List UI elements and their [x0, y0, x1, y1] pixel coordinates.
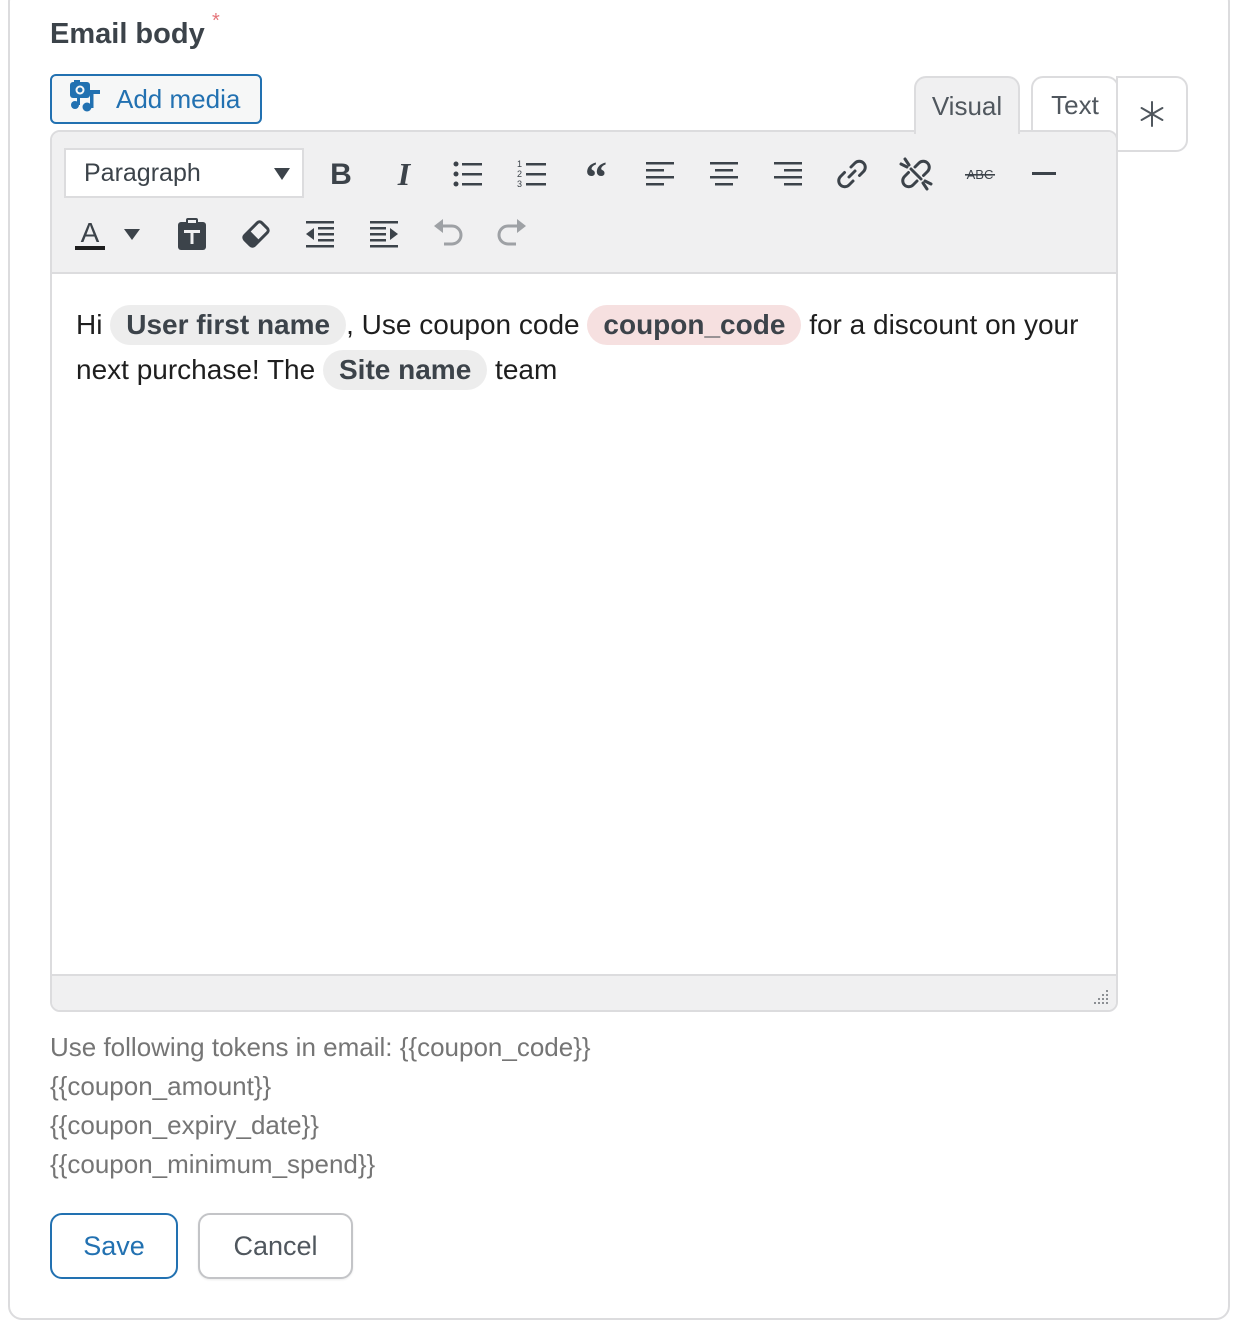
- help-line: {{coupon_amount}}: [50, 1071, 272, 1101]
- blockquote-icon: “: [585, 156, 607, 192]
- svg-text:A: A: [81, 217, 100, 248]
- text-color-icon: A: [75, 217, 105, 250]
- outdent-icon: [306, 221, 334, 248]
- svg-text:1: 1: [517, 159, 522, 169]
- align-right-icon: [774, 162, 802, 186]
- token-site-name[interactable]: Site name: [322, 350, 488, 390]
- field-label: Email body: [50, 18, 205, 50]
- cancel-button[interactable]: Cancel: [198, 1213, 353, 1279]
- align-left-button[interactable]: [636, 150, 684, 198]
- align-left-icon: [646, 162, 674, 186]
- editor-content[interactable]: Hi User first name, Use coupon code coup…: [76, 302, 1096, 392]
- svg-text:B: B: [330, 158, 352, 191]
- insert-link-icon: [837, 159, 867, 189]
- clear-formatting-button[interactable]: [232, 210, 280, 258]
- indent-icon: [370, 221, 398, 248]
- text-color-dropdown[interactable]: [114, 210, 150, 258]
- help-line: Use following tokens in email: {{coupon_…: [50, 1032, 591, 1062]
- horizontal-line-button[interactable]: [1020, 150, 1068, 198]
- paste-as-text-button[interactable]: [168, 210, 216, 258]
- asterisk-icon: [1140, 101, 1164, 127]
- tab-visual[interactable]: Visual: [914, 76, 1020, 134]
- outdent-button[interactable]: [296, 210, 344, 258]
- svg-text:2: 2: [517, 169, 522, 179]
- insert-link-button[interactable]: [828, 150, 876, 198]
- align-right-button[interactable]: [764, 150, 812, 198]
- undo-button[interactable]: [424, 210, 472, 258]
- redo-button[interactable]: [488, 210, 536, 258]
- help-line: {{coupon_expiry_date}}: [50, 1110, 319, 1140]
- strikethrough-icon: ABC: [965, 167, 995, 182]
- add-media-label: Add media: [116, 83, 241, 114]
- bullet-list-icon: [453, 161, 482, 187]
- media-icon: [68, 78, 104, 121]
- clear-formatting-icon: [242, 220, 270, 248]
- tokens-help-text: Use following tokens in email: {{coupon_…: [50, 1028, 591, 1184]
- align-center-icon: [710, 162, 738, 186]
- italic-button[interactable]: I: [380, 150, 428, 198]
- remove-link-button[interactable]: [892, 150, 940, 198]
- redo-icon: [497, 219, 526, 246]
- svg-text:I: I: [397, 156, 412, 192]
- indent-button[interactable]: [360, 210, 408, 258]
- token-coupon-code[interactable]: coupon_code: [587, 305, 802, 345]
- add-media-button[interactable]: Add media: [50, 74, 262, 124]
- token-user-first-name[interactable]: User first name: [110, 305, 347, 345]
- paste-as-text-icon: [178, 218, 206, 250]
- save-button[interactable]: Save: [50, 1213, 178, 1279]
- numbered-list-button[interactable]: 123: [508, 150, 556, 198]
- chevron-down-icon: [274, 168, 290, 180]
- content-text: , Use coupon code: [346, 309, 580, 340]
- chevron-down-icon: [124, 228, 140, 240]
- strikethrough-button[interactable]: ABC: [956, 150, 1004, 198]
- rich-text-editor: Paragraph B I 123 “ ABC A Hi User first …: [50, 130, 1118, 1012]
- text-color-button[interactable]: A: [66, 210, 114, 258]
- italic-icon: I: [397, 156, 412, 192]
- help-line: {{coupon_minimum_spend}}: [50, 1149, 376, 1179]
- svg-text:“: “: [585, 156, 607, 192]
- undo-icon: [434, 219, 463, 246]
- editor-statusbar: [52, 974, 1116, 1010]
- numbered-list-icon: 123: [517, 159, 546, 189]
- horizontal-line-icon: [1032, 172, 1056, 175]
- content-text: team: [495, 354, 558, 385]
- remove-link-icon: [899, 157, 933, 191]
- svg-text:3: 3: [517, 179, 522, 189]
- asterisk-button[interactable]: [1116, 76, 1188, 152]
- format-select[interactable]: Paragraph: [64, 148, 304, 198]
- required-indicator: *: [212, 10, 220, 32]
- tab-text[interactable]: Text: [1031, 76, 1119, 132]
- editor-toolbar: Paragraph B I 123 “ ABC A: [52, 132, 1116, 274]
- content-text: Hi: [76, 309, 103, 340]
- blockquote-button[interactable]: “: [572, 150, 620, 198]
- align-center-button[interactable]: [700, 150, 748, 198]
- bullet-list-button[interactable]: [444, 150, 492, 198]
- bold-button[interactable]: B: [317, 150, 365, 198]
- bold-icon: B: [330, 158, 352, 191]
- format-select-value: Paragraph: [84, 158, 201, 187]
- resize-handle-icon[interactable]: [1090, 986, 1110, 1006]
